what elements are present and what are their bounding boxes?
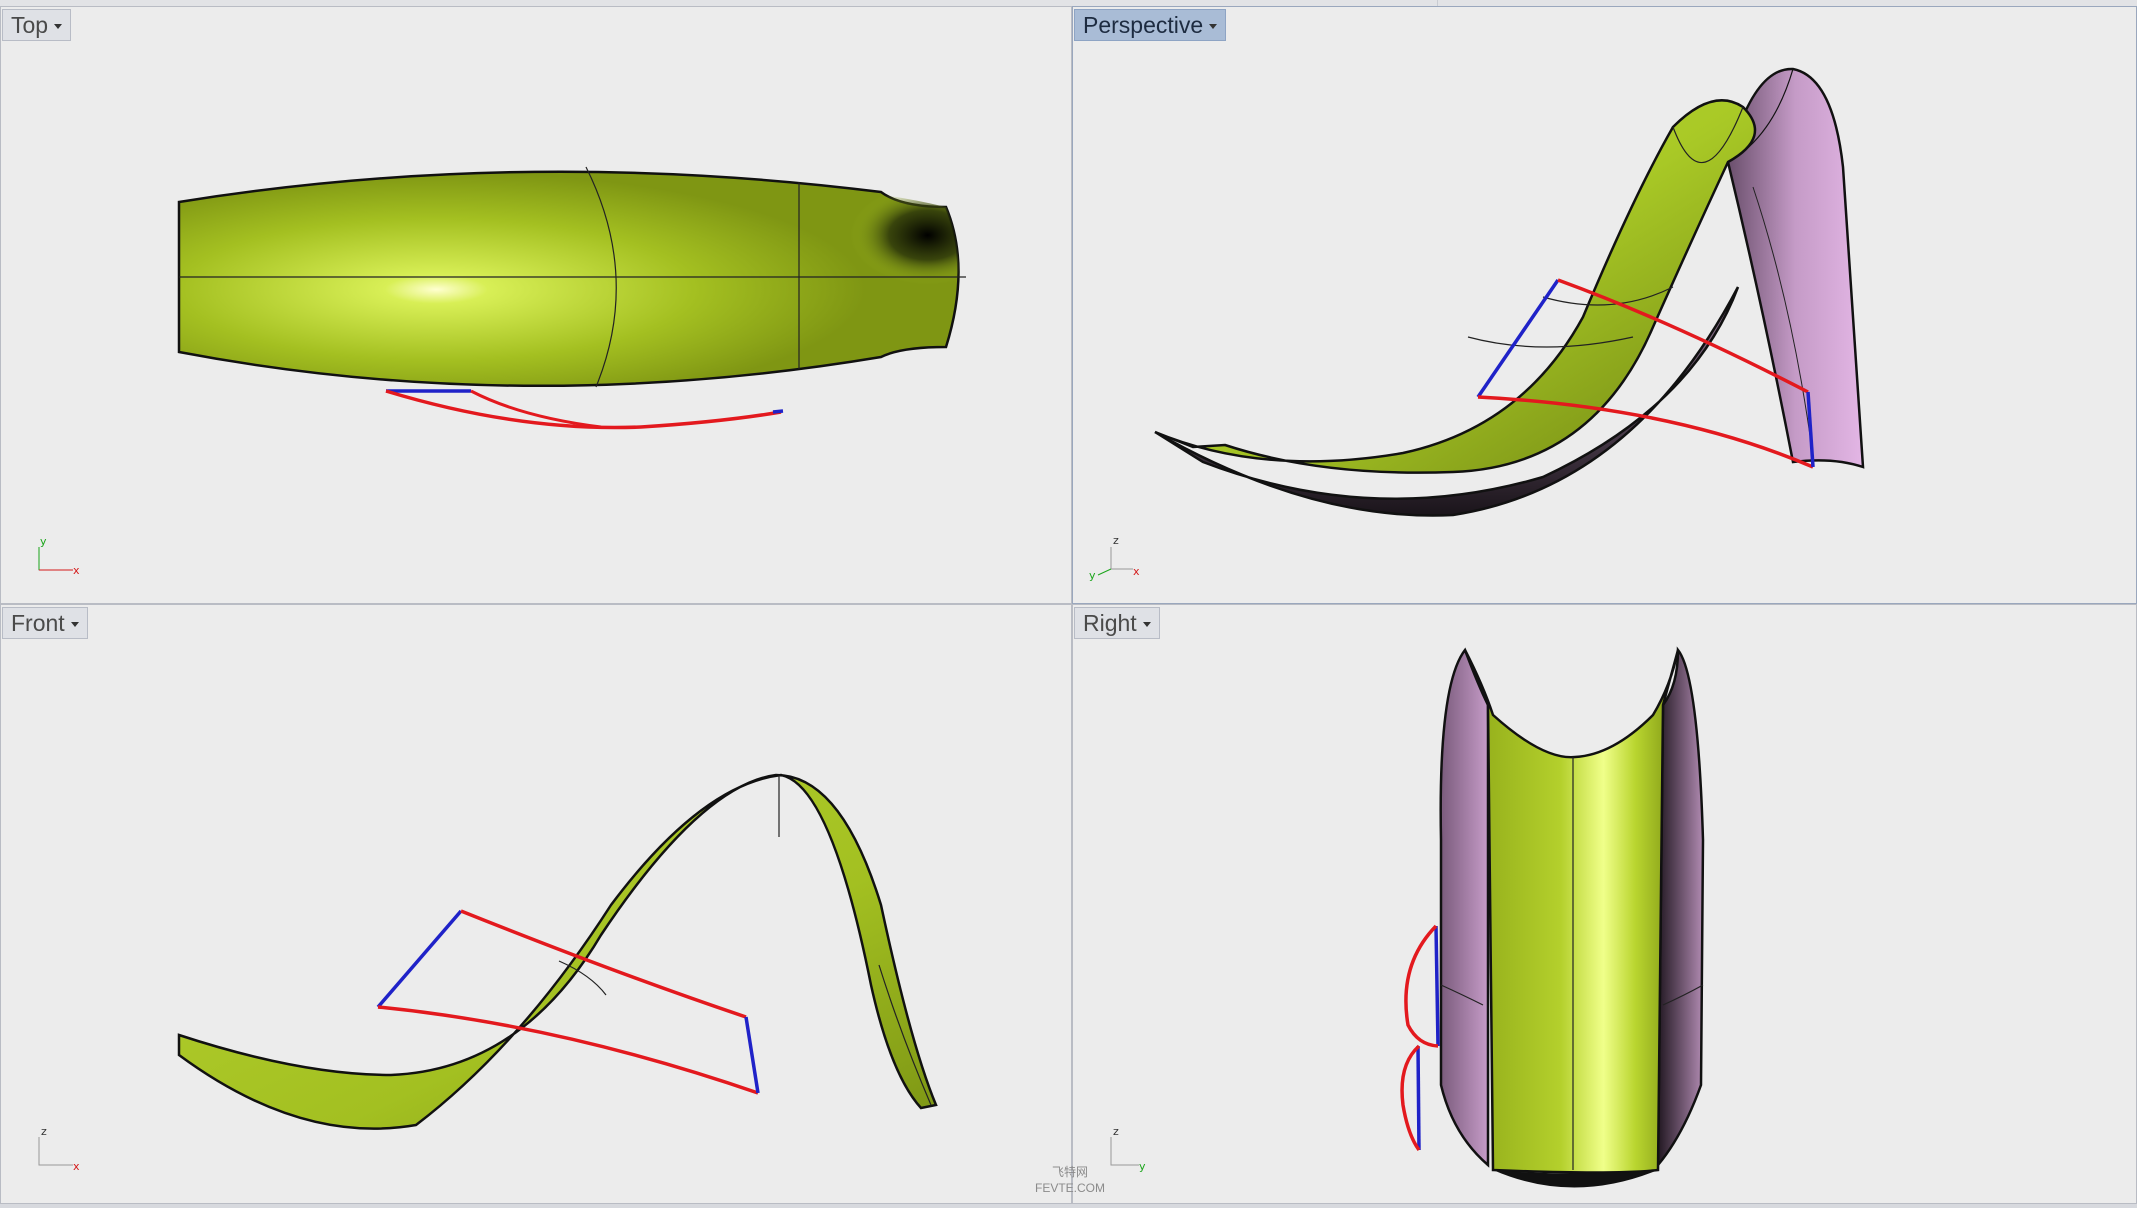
window-bottom-strip: [0, 1204, 2137, 1208]
front-surface[interactable]: [177, 773, 938, 1130]
viewport-top[interactable]: Top y x: [0, 6, 1072, 604]
right-curves[interactable]: [1400, 924, 1440, 1152]
right-surface[interactable]: [1439, 646, 1705, 1188]
perspective-axis-icon: z x y: [1089, 534, 1140, 582]
svg-text:z: z: [1113, 1125, 1119, 1138]
perspective-view-canvas[interactable]: z x y: [1073, 7, 2137, 604]
svg-text:y: y: [40, 535, 47, 548]
front-axis-icon: z x: [38, 1125, 80, 1173]
svg-text:y: y: [1089, 569, 1096, 582]
top-axis-icon: y x: [38, 535, 80, 577]
svg-text:x: x: [1133, 565, 1140, 578]
top-view-canvas[interactable]: y x: [1, 7, 1072, 604]
top-curves[interactable]: [385, 389, 784, 430]
svg-text:y: y: [1139, 1160, 1146, 1173]
front-curves[interactable]: [376, 909, 760, 1095]
watermark: 飞特网 FEVTE.COM: [1020, 1164, 1120, 1196]
front-view-canvas[interactable]: z x: [1, 605, 1072, 1204]
svg-text:x: x: [73, 1160, 80, 1173]
right-view-canvas[interactable]: z y: [1073, 605, 2137, 1204]
viewport-front[interactable]: Front z x: [0, 604, 1072, 1204]
viewport-perspective[interactable]: Perspective z x y: [1072, 6, 2137, 604]
svg-text:z: z: [1113, 534, 1119, 547]
watermark-line2: FEVTE.COM: [1034, 1181, 1105, 1195]
svg-text:z: z: [41, 1125, 47, 1138]
perspective-surface[interactable]: [1154, 67, 1865, 517]
watermark-line1: 飞特网: [1051, 1165, 1088, 1179]
svg-text:x: x: [73, 564, 80, 577]
viewport-right[interactable]: Right z y: [1072, 604, 2137, 1204]
top-surface[interactable]: [177, 166, 966, 388]
